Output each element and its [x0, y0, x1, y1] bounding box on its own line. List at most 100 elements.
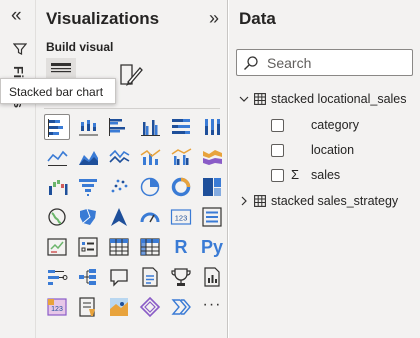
treemap-icon[interactable] — [199, 174, 225, 200]
double-chevron-right-icon[interactable]: » — [209, 9, 219, 27]
search-input[interactable] — [267, 54, 407, 72]
field-checkbox[interactable] — [271, 169, 284, 182]
power-apps-glyph: 123 — [47, 298, 67, 316]
table-name: stacked locational_sales — [271, 92, 407, 106]
matrix-glyph — [140, 238, 160, 256]
key-influencers-icon[interactable] — [44, 264, 70, 290]
stacked-area-chart-icon[interactable] — [106, 144, 132, 170]
paginated-report-icon[interactable] — [199, 264, 225, 290]
arcgis-maps-glyph — [110, 298, 128, 316]
azure-map-glyph — [111, 208, 127, 226]
visualizations-title: Visualizations — [46, 9, 160, 28]
100-stacked-bar-chart-icon[interactable] — [168, 114, 194, 140]
power-automate-glyph — [79, 297, 95, 317]
data-title: Data — [239, 9, 276, 28]
100-stacked-column-chart-icon[interactable] — [199, 114, 225, 140]
field-name: category — [311, 118, 359, 132]
tooltip: Stacked bar chart — [0, 78, 116, 104]
filters-pane-collapsed[interactable]: « Filters — [0, 0, 36, 338]
table-name: stacked sales_strategy — [271, 194, 399, 208]
waterfall-chart-glyph — [49, 180, 68, 195]
python-visual-glyph: Py — [200, 237, 224, 257]
funnel-chart-glyph — [79, 179, 97, 196]
clustered-column-chart-glyph — [141, 120, 160, 136]
multi-row-card-icon[interactable] — [199, 204, 225, 230]
area-chart-icon[interactable] — [75, 144, 101, 170]
metrics-icon[interactable] — [168, 264, 194, 290]
double-chevron-left-icon[interactable]: « — [11, 6, 22, 25]
line-and-stacked-column-chart-glyph — [140, 149, 161, 165]
stacked-area-chart-glyph — [109, 149, 130, 164]
100-stacked-column-chart-glyph — [205, 119, 220, 135]
python-visual-icon[interactable]: Py — [199, 234, 225, 260]
table-icon — [254, 195, 266, 207]
r-script-visual-icon[interactable]: R — [168, 234, 194, 260]
pie-chart-icon[interactable] — [137, 174, 163, 200]
gauge-icon[interactable] — [137, 204, 163, 230]
card-glyph: 123 — [170, 209, 192, 225]
stacked-column-chart-icon[interactable] — [75, 114, 101, 140]
line-and-clustered-column-chart-glyph — [171, 148, 192, 165]
power-apps-diamond-glyph — [139, 296, 161, 318]
line-and-stacked-column-chart-icon[interactable] — [137, 144, 163, 170]
chevron-right-icon[interactable] — [239, 196, 249, 206]
azure-map-icon[interactable] — [106, 204, 132, 230]
more-visuals-icon[interactable]: ··· — [199, 294, 225, 320]
smart-narrative-glyph — [142, 267, 158, 287]
search-icon — [244, 56, 258, 70]
power-automate-chevrons-icon[interactable] — [168, 294, 194, 320]
map-glyph — [48, 208, 66, 226]
decomposition-tree-glyph — [79, 269, 96, 285]
clustered-bar-chart-icon[interactable] — [106, 114, 132, 140]
funnel-chart-icon[interactable] — [75, 174, 101, 200]
power-apps-icon[interactable]: 123 — [44, 294, 70, 320]
power-apps-diamond-icon[interactable] — [137, 294, 163, 320]
arcgis-maps-icon[interactable] — [106, 294, 132, 320]
field-name: sales — [311, 168, 341, 182]
slicer-icon[interactable] — [75, 234, 101, 260]
card-icon[interactable]: 123 — [168, 204, 194, 230]
map-icon[interactable] — [44, 204, 70, 230]
donut-chart-icon[interactable] — [168, 174, 194, 200]
key-influencers-glyph — [48, 270, 68, 285]
decomposition-tree-icon[interactable] — [75, 264, 101, 290]
metrics-glyph — [171, 268, 191, 286]
table-glyph — [109, 238, 129, 256]
field-checkbox[interactable] — [271, 119, 284, 132]
data-pane: Data stacked locational_sales category l… — [229, 0, 420, 338]
line-and-clustered-column-chart-icon[interactable] — [168, 144, 194, 170]
chevron-down-icon[interactable] — [239, 94, 249, 104]
donut-chart-glyph — [171, 177, 191, 197]
q-and-a-icon[interactable] — [106, 264, 132, 290]
kpi-glyph — [47, 238, 67, 256]
gauge-glyph — [140, 212, 160, 223]
stacked-bar-chart-glyph — [48, 119, 63, 137]
search-box[interactable] — [236, 49, 413, 76]
kpi-icon[interactable] — [44, 234, 70, 260]
field-name: location — [311, 143, 355, 157]
clustered-column-chart-icon[interactable] — [137, 114, 163, 140]
svg-text:123: 123 — [175, 214, 188, 223]
stacked-bar-chart-icon[interactable] — [44, 114, 70, 140]
power-automate-icon[interactable] — [75, 294, 101, 320]
scatter-chart-icon[interactable] — [106, 174, 132, 200]
visualizations-pane: Visualizations » Build visual 123 R Py 123 ·… — [36, 0, 228, 338]
line-chart-icon[interactable] — [44, 144, 70, 170]
stacked-column-chart-glyph — [79, 120, 98, 136]
format-visual-brush-icon[interactable] — [118, 62, 144, 88]
area-chart-glyph — [79, 151, 98, 165]
table-icon — [254, 93, 266, 105]
r-script-visual-glyph: R — [174, 237, 188, 257]
scatter-chart-glyph — [111, 179, 128, 193]
divider — [44, 108, 220, 109]
field-checkbox[interactable] — [271, 144, 284, 157]
matrix-icon[interactable] — [137, 234, 163, 260]
table-icon[interactable] — [106, 234, 132, 260]
ribbon-chart-glyph — [203, 150, 222, 165]
smart-narrative-icon[interactable] — [137, 264, 163, 290]
ribbon-chart-icon[interactable] — [199, 144, 225, 170]
clustered-bar-chart-glyph — [109, 118, 125, 136]
100-stacked-bar-chart-glyph — [172, 119, 190, 134]
waterfall-chart-icon[interactable] — [44, 174, 70, 200]
filled-map-icon[interactable] — [75, 204, 101, 230]
